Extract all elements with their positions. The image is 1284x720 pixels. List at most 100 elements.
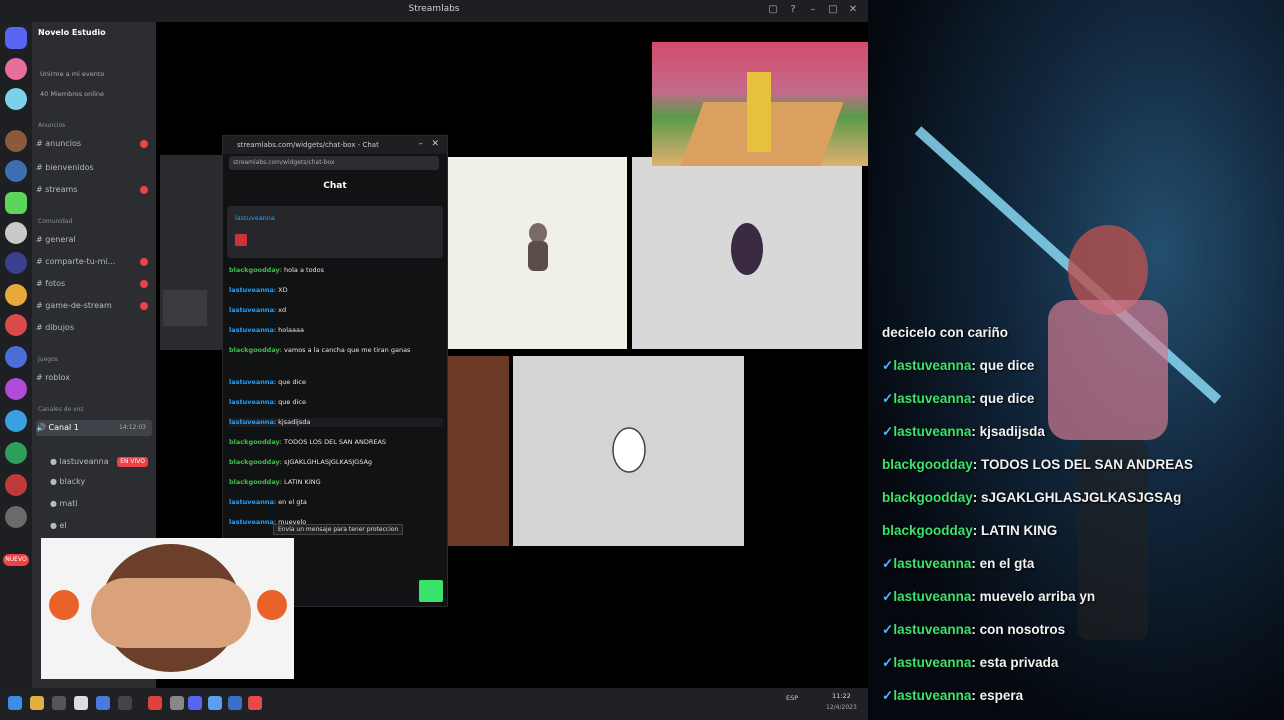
server-icon[interactable] [5, 252, 27, 274]
app-icon[interactable] [96, 696, 110, 710]
webcam-overlay [41, 538, 294, 679]
chat-message: lastuveanna: XD [229, 286, 288, 294]
chat-message: lastuveanna: que dice [229, 378, 306, 386]
tooltip: Envía un mensaje para tener proteccion [273, 524, 404, 535]
minimize-icon[interactable]: – [419, 139, 424, 149]
channel-comparte[interactable]: # comparte-tu-mi... [36, 254, 152, 270]
overlay-chat-line: blackgoodday: sJGAKLGHLASJGLKASJGSAg [882, 490, 1182, 505]
unread-badge [140, 186, 148, 194]
voice-member[interactable]: ● el [50, 518, 152, 534]
user-area-line: Unirme a mi evento [40, 70, 105, 78]
chat-popup-window: streamlabs.com/widgets/chat-box - Chat –… [222, 135, 448, 607]
voice-member[interactable]: ● mati [50, 496, 152, 512]
overlay-chat-line: ✓lastuveanna: que dice [882, 358, 1035, 373]
server-icon[interactable] [5, 442, 27, 464]
channel-game[interactable]: # game-de-stream [36, 298, 152, 314]
channel-general[interactable]: # general [36, 232, 152, 248]
avatar-figure [528, 223, 548, 271]
app-icon[interactable] [248, 696, 262, 710]
voice-member[interactable]: ● lastuveanna EN VIVO [50, 454, 152, 470]
app-icon[interactable] [74, 696, 88, 710]
chat-message: blackgoodday: LATIN KING [229, 478, 321, 486]
server-icon[interactable] [5, 58, 27, 80]
chat-label: Chat [323, 181, 347, 191]
app-icon[interactable] [52, 696, 66, 710]
title-bar: Streamlabs ▢ ? – □ ✕ [0, 0, 868, 22]
minimize-icon[interactable]: – [806, 3, 820, 17]
channel-streams[interactable]: # streams [36, 182, 152, 198]
chat-message: blackgoodday: vamos a la cancha que me t… [229, 346, 411, 354]
background-thumbnail [163, 290, 207, 326]
server-icon[interactable] [5, 192, 27, 214]
server-icon[interactable] [5, 160, 27, 182]
server-icon[interactable] [5, 410, 27, 432]
clock-date[interactable]: 12/4/2023 [826, 704, 857, 711]
app-icon[interactable] [228, 696, 242, 710]
inbox-icon[interactable]: ▢ [766, 3, 780, 17]
server-icon[interactable] [5, 474, 27, 496]
overlay-chat-line: ✓lastuveanna: espera [882, 688, 1024, 703]
server-icon[interactable] [5, 378, 27, 400]
close-icon[interactable]: ✕ [846, 3, 860, 17]
video-tile[interactable] [448, 157, 627, 349]
chat-message: blackgoodday: sJGAKLGHLASJGLKASJGSAg [229, 458, 373, 466]
maximize-icon[interactable]: □ [826, 3, 840, 17]
chat-message: lastuveanna: que dice [229, 398, 306, 406]
avatar-figure [731, 223, 763, 275]
unread-badge [140, 280, 148, 288]
overlay-chat-line: decicelo con cariño [882, 325, 1009, 340]
game-path [747, 72, 771, 152]
category-label[interactable]: Canales de voz [38, 406, 84, 413]
server-icon[interactable] [5, 284, 27, 306]
server-icon[interactable] [5, 222, 27, 244]
chat-message: blackgoodday: TODOS LOS DEL SAN ANDREAS [229, 438, 387, 446]
app-icon[interactable] [170, 696, 184, 710]
app-icon[interactable] [148, 696, 162, 710]
send-button[interactable] [419, 580, 443, 602]
overlay-chat-line: ✓lastuveanna: con nosotros [882, 622, 1066, 637]
user-area-line: 40 Miembros online [40, 90, 104, 98]
url-bar[interactable]: streamlabs.com/widgets/chat-box [229, 156, 439, 170]
channel-anuncios[interactable]: # anuncios [36, 136, 152, 152]
webcam-hands [91, 578, 251, 648]
server-icon[interactable] [5, 130, 27, 152]
taskbar: ESP 11:22 12/4/2023 [0, 688, 868, 720]
channel-roblox[interactable]: # roblox [36, 370, 152, 386]
pinned-message[interactable]: lastuveanna [227, 206, 443, 258]
chat-message: lastuveanna: xd [229, 306, 287, 314]
app-icon[interactable] [118, 696, 132, 710]
discord-icon[interactable] [188, 696, 202, 710]
server-icon[interactable] [5, 506, 27, 528]
close-icon[interactable]: ✕ [431, 139, 439, 149]
chat-message[interactable]: lastuveanna: kjsadijsda [229, 418, 443, 427]
server-icon[interactable] [5, 314, 27, 336]
chat-message: lastuveanna: holaaaa [229, 326, 304, 334]
help-icon[interactable]: ? [786, 3, 800, 17]
language-indicator[interactable]: ESP [786, 694, 798, 702]
video-tile[interactable] [513, 356, 744, 546]
app-icon[interactable] [208, 696, 222, 710]
home-icon[interactable] [5, 27, 27, 49]
channel-bienvenidos[interactable]: # bienvenidos [36, 160, 152, 176]
start-icon[interactable] [8, 696, 22, 710]
server-name[interactable]: Novelo Estudio [38, 28, 148, 44]
category-label[interactable]: Comunidad [38, 218, 72, 225]
category-label[interactable]: Juegos [38, 356, 58, 363]
window-title: Streamlabs [408, 4, 460, 14]
avatar-figure [612, 427, 646, 473]
voice-channel[interactable]: 🔊 Canal 1 14:12:03 [36, 420, 152, 436]
channel-dibujos[interactable]: # dibujos [36, 320, 152, 336]
logo-icon [257, 590, 287, 620]
game-video-tile[interactable] [652, 42, 872, 166]
category-label[interactable]: Anuncios [38, 122, 65, 129]
clock-time[interactable]: 11:22 [832, 692, 851, 700]
overlay-chat-line: ✓lastuveanna: muevelo arriba yn [882, 589, 1096, 604]
server-icon[interactable] [5, 346, 27, 368]
file-explorer-icon[interactable] [30, 696, 44, 710]
channel-fotos[interactable]: # fotos [36, 276, 152, 292]
video-tile[interactable] [448, 356, 509, 546]
unread-badge [140, 140, 148, 148]
server-icon[interactable] [5, 88, 27, 110]
video-tile[interactable] [632, 157, 862, 349]
voice-member[interactable]: ● blacky [50, 474, 152, 490]
